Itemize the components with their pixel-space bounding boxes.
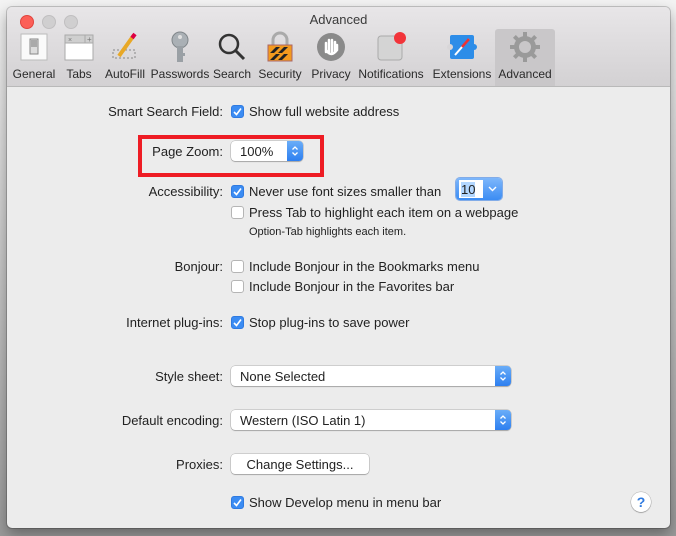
advanced-settings-pane: Smart Search Field: Show full website ad… <box>7 87 670 528</box>
gear-icon <box>509 31 541 63</box>
tab-label: Advanced <box>498 67 552 81</box>
tab-label: Privacy <box>311 67 351 81</box>
page-zoom-label: Page Zoom: <box>152 143 223 159</box>
stop-plugins-checkbox[interactable] <box>231 315 244 329</box>
encoding-popup[interactable]: Western (ISO Latin 1) <box>231 410 511 430</box>
bonjour-favorites-checkbox[interactable] <box>231 279 244 293</box>
press-tab-row: Press Tab to highlight each item on a we… <box>7 202 670 222</box>
window-title: Advanced <box>309 12 368 27</box>
smart-search-label: Smart Search Field: <box>108 103 223 119</box>
tab-label: Notifications <box>358 67 424 81</box>
tab-extensions[interactable]: Extensions <box>430 29 494 86</box>
change-settings-button[interactable]: Change Settings... <box>231 454 369 474</box>
page-zoom-row: Page Zoom: 100% <box>7 141 670 161</box>
min-font-size-value[interactable]: 10 <box>461 181 476 197</box>
show-full-address-checkbox[interactable] <box>231 104 244 118</box>
magnifier-icon <box>216 31 248 63</box>
tab-label: Security <box>258 67 302 81</box>
bonjour-bookmarks-checkbox[interactable] <box>231 259 244 273</box>
style-sheet-popup[interactable]: None Selected <box>231 366 511 386</box>
plugins-row: Internet plug-ins: Stop plug-ins to save… <box>7 312 670 332</box>
page-zoom-value: 100% <box>240 143 274 159</box>
up-down-arrows-icon <box>495 410 511 430</box>
tab-general[interactable]: General <box>10 29 58 86</box>
up-down-arrows-icon <box>495 366 511 386</box>
encoding-label: Default encoding: <box>121 412 223 428</box>
proxies-label: Proxies: <box>176 456 223 472</box>
up-down-arrows-icon <box>287 141 303 161</box>
compass-puzzle-icon <box>446 31 478 63</box>
develop-row: Show Develop menu in menu bar <box>7 492 670 512</box>
tab-label: Extensions <box>432 67 492 81</box>
general-switch-icon <box>18 31 50 63</box>
preferences-toolbar: General × + Tabs AutoFill Passwords Sear… <box>7 29 670 86</box>
tab-passwords[interactable]: Passwords <box>150 29 210 86</box>
min-font-size-combobox[interactable]: 10 <box>456 178 502 200</box>
bonjour-favorites-label[interactable]: Include Bonjour in the Favorites bar <box>249 279 454 294</box>
tabs-icon: × + <box>63 31 95 63</box>
show-develop-menu-label[interactable]: Show Develop menu in menu bar <box>249 495 441 510</box>
tab-privacy[interactable]: Privacy <box>308 29 354 86</box>
bonjour-row: Bonjour: Include Bonjour in the Bookmark… <box>7 256 670 276</box>
style-sheet-value: None Selected <box>240 368 326 384</box>
notification-badge-icon <box>375 31 407 63</box>
tab-label: Tabs <box>66 67 92 81</box>
key-icon <box>164 31 196 63</box>
titlebar: Advanced General × + Tabs AutoFill Passw… <box>7 7 670 87</box>
svg-text:+: + <box>87 35 92 44</box>
bonjour-favorites-row: Include Bonjour in the Favorites bar <box>7 276 670 296</box>
padlock-icon <box>264 31 296 63</box>
tab-label: Search <box>212 67 252 81</box>
tab-autofill[interactable]: AutoFill <box>100 29 150 86</box>
option-tab-hint: Option-Tab highlights each item. <box>249 226 407 238</box>
style-sheet-label: Style sheet: <box>155 368 223 384</box>
encoding-row: Default encoding: Western (ISO Latin 1) <box>7 410 670 430</box>
page-zoom-popup[interactable]: 100% <box>231 141 303 161</box>
show-full-address-label[interactable]: Show full website address <box>249 104 399 119</box>
encoding-value: Western (ISO Latin 1) <box>240 412 366 428</box>
min-font-size-checkbox[interactable] <box>231 184 244 198</box>
pencil-icon <box>109 31 141 63</box>
smart-search-row: Smart Search Field: Show full website ad… <box>7 101 670 121</box>
tab-security[interactable]: Security <box>255 29 305 86</box>
plugins-label: Internet plug-ins: <box>126 314 223 330</box>
svg-text:×: × <box>68 37 72 44</box>
min-font-size-label[interactable]: Never use font sizes smaller than <box>249 184 441 199</box>
stop-plugins-label[interactable]: Stop plug-ins to save power <box>249 315 409 330</box>
accessibility-label: Accessibility: <box>148 183 223 199</box>
safari-preferences-window: Advanced General × + Tabs AutoFill Passw… <box>7 7 670 528</box>
tab-label: Passwords <box>150 67 210 81</box>
tab-tabs[interactable]: × + Tabs <box>60 29 98 86</box>
tab-notifications[interactable]: Notifications <box>354 29 428 86</box>
chevron-down-icon <box>488 186 497 192</box>
accessibility-row: Accessibility: Never use font sizes smal… <box>7 181 670 201</box>
tab-label: General <box>12 67 56 81</box>
bonjour-label: Bonjour: <box>174 258 223 274</box>
style-sheet-row: Style sheet: None Selected <box>7 366 670 386</box>
hand-icon <box>315 31 347 63</box>
show-develop-menu-checkbox[interactable] <box>231 495 244 509</box>
press-tab-label[interactable]: Press Tab to highlight each item on a we… <box>249 205 518 220</box>
help-button[interactable]: ? <box>631 492 651 512</box>
press-tab-checkbox[interactable] <box>231 205 244 219</box>
tab-label: AutoFill <box>104 67 145 81</box>
proxies-row: Proxies: Change Settings... <box>7 454 670 474</box>
tab-advanced[interactable]: Advanced <box>495 29 555 86</box>
bonjour-bookmarks-label[interactable]: Include Bonjour in the Bookmarks menu <box>249 259 480 274</box>
tab-search[interactable]: Search <box>211 29 253 86</box>
